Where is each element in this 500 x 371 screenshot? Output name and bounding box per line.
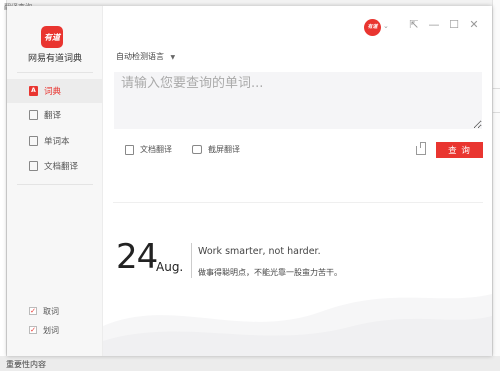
main-panel: 有道 ⌄ ⇱ — ☐ ✕ 自动检测语言 ▼ 文档翻译 截屏翻译 查 询 24 A…	[103, 6, 492, 356]
background-divider	[492, 88, 500, 89]
date-month: Aug.	[156, 260, 184, 274]
capture-word-checkbox[interactable]: ✓ 取词	[29, 304, 59, 318]
daily-quote-chinese: 做事得聪明点，不能光靠一股蛮力苦干。	[198, 268, 342, 277]
sidebar-divider	[17, 72, 93, 73]
date-divider	[191, 243, 192, 278]
sidebar-item-wordbook[interactable]: 单词本	[7, 129, 103, 153]
checkbox-label: 划词	[43, 325, 59, 335]
caret-down-icon: ▼	[170, 54, 176, 61]
pin-icon[interactable]: ⇱	[407, 18, 421, 32]
wordbook-icon	[29, 136, 38, 146]
sidebar-item-label: 文档翻译	[44, 162, 79, 172]
sidebar-item-label: 翻译	[44, 111, 62, 121]
screenshot-translate-label: 截屏翻译	[208, 145, 240, 154]
sidebar-item-translate[interactable]: 翻译	[7, 103, 103, 127]
background-bottom-bar	[0, 356, 500, 371]
close-button[interactable]: ✕	[467, 18, 481, 32]
daily-quote-english: Work smarter, not harder.	[198, 246, 321, 257]
date-day: 24	[116, 237, 158, 277]
translate-icon	[29, 110, 38, 120]
app-logo-icon: 有道	[41, 26, 63, 48]
background-window-left	[0, 0, 7, 371]
user-avatar[interactable]: 有道	[364, 19, 381, 36]
document-icon	[125, 144, 134, 155]
screenshot-translate-button[interactable]: 截屏翻译	[192, 144, 240, 155]
language-select[interactable]: 自动检测语言 ▼	[116, 51, 175, 62]
decorative-wave	[103, 294, 492, 356]
dictionary-icon: A	[29, 86, 38, 96]
share-icon[interactable]	[416, 142, 426, 155]
search-input[interactable]	[114, 72, 482, 129]
background-bottom-text: 重要性内容	[6, 360, 46, 369]
chevron-down-icon[interactable]: ⌄	[383, 22, 389, 30]
screenshot-icon	[192, 145, 202, 154]
checkbox-checked-icon[interactable]: ✓	[29, 326, 37, 334]
sidebar-item-dictionary[interactable]: A 词典	[7, 79, 103, 103]
query-button[interactable]: 查 询	[436, 142, 483, 158]
maximize-button[interactable]: ☐	[447, 18, 461, 32]
checkbox-label: 取词	[43, 306, 59, 316]
minimize-button[interactable]: —	[427, 18, 441, 32]
sidebar-item-label: 词典	[44, 87, 62, 97]
app-title: 网易有道词典	[27, 54, 82, 64]
sidebar: 有道 网易有道词典 A 词典 翻译 单词本 文档翻译 ✓ 取词 ✓ 划词	[7, 6, 103, 356]
youdao-dictionary-window: 有道 网易有道词典 A 词典 翻译 单词本 文档翻译 ✓ 取词 ✓ 划词 有道 …	[7, 6, 492, 356]
document-translate-button[interactable]: 文档翻译	[125, 144, 172, 155]
checkbox-checked-icon[interactable]: ✓	[29, 307, 37, 315]
background-divider	[492, 112, 500, 113]
document-icon	[29, 161, 38, 171]
content-divider	[113, 202, 483, 203]
sidebar-item-label: 单词本	[44, 137, 70, 147]
document-translate-label: 文档翻译	[140, 145, 172, 154]
background-window-right	[492, 0, 500, 371]
sidebar-divider	[17, 184, 93, 185]
select-word-checkbox[interactable]: ✓ 划词	[29, 323, 59, 337]
language-select-label: 自动检测语言	[116, 52, 164, 61]
sidebar-item-document-translate[interactable]: 文档翻译	[7, 154, 103, 178]
